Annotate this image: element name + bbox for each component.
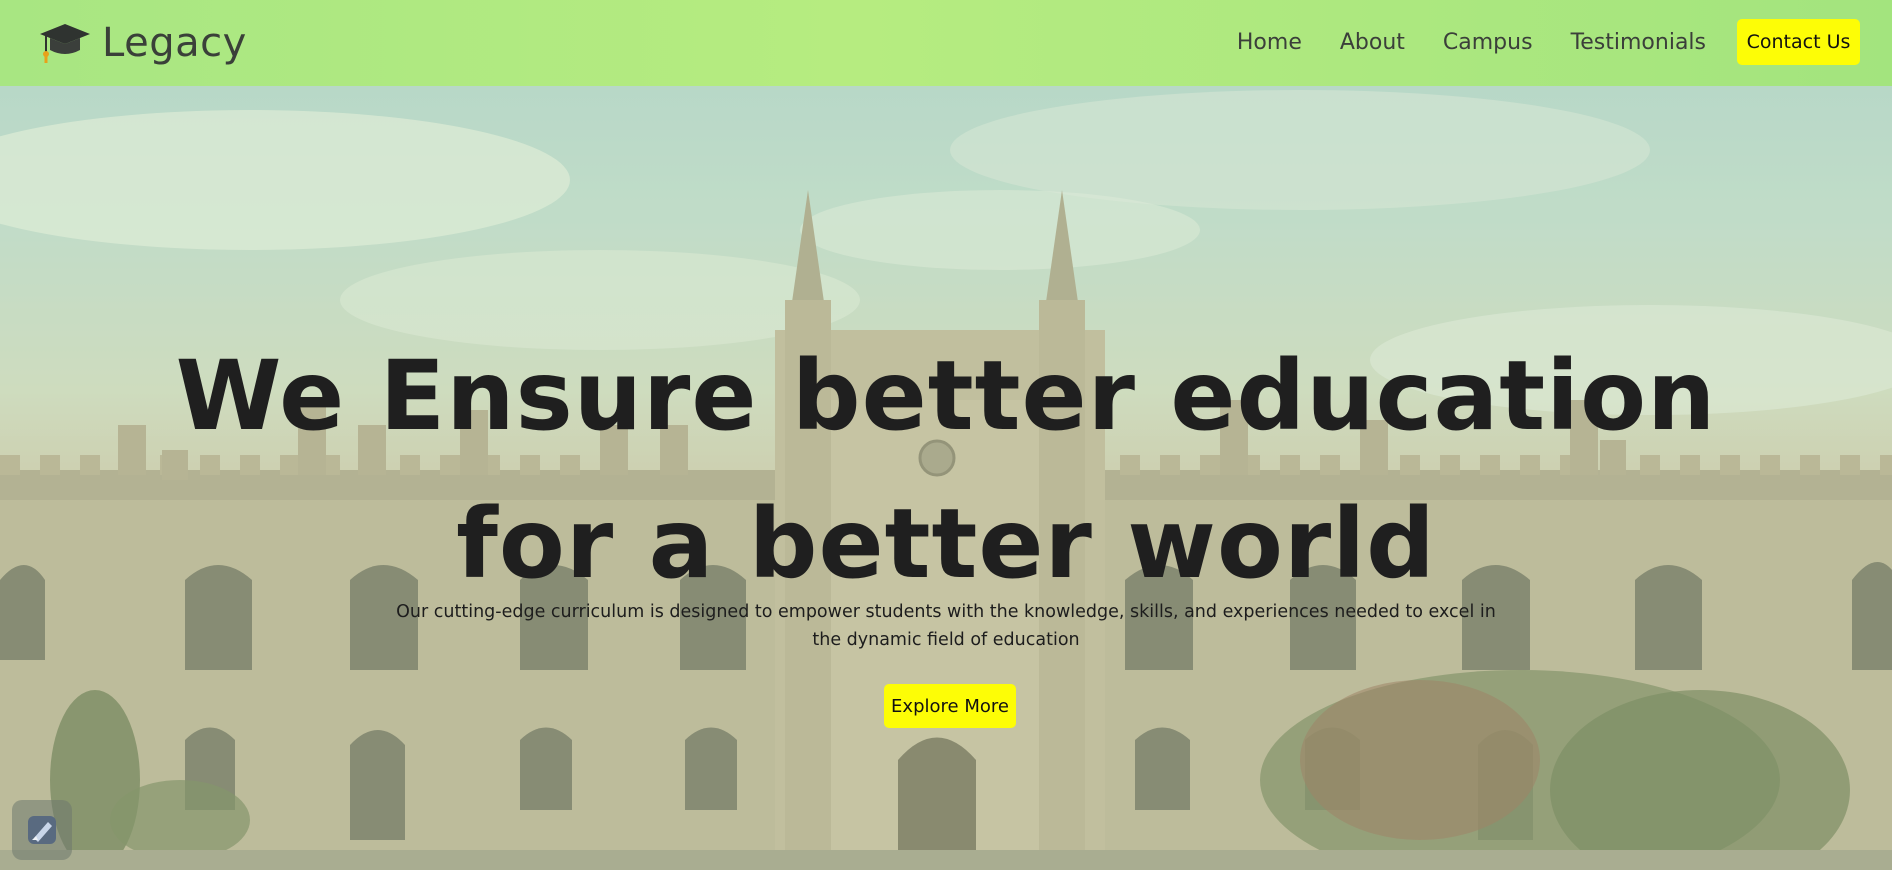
hero-subtext: Our cutting-edge curriculum is designed … <box>396 602 1496 650</box>
hero-headline-line2: for a better world <box>456 488 1436 600</box>
brand-name: Legacy <box>102 20 247 66</box>
brand-logo[interactable]: Legacy <box>38 18 247 68</box>
nav-link-home[interactable]: Home <box>1237 30 1302 55</box>
hero-headline: We Ensure better education for a better … <box>0 322 1892 618</box>
nav-links: Home About Campus Testimonials <box>1237 24 1706 60</box>
contact-us-button[interactable]: Contact Us <box>1737 19 1860 65</box>
hero-headline-line1: We Ensure better education <box>175 340 1717 452</box>
nav-link-campus[interactable]: Campus <box>1443 30 1533 55</box>
hero-section: We Ensure better education for a better … <box>0 0 1892 870</box>
pen-sparkle-icon <box>28 816 56 844</box>
explore-more-button[interactable]: Explore More <box>884 684 1016 728</box>
floating-widget[interactable] <box>12 800 72 860</box>
nav-link-about[interactable]: About <box>1340 30 1405 55</box>
graduation-cap-icon <box>40 24 90 63</box>
navbar: Legacy Home About Campus Testimonials Co… <box>0 0 1892 86</box>
nav-link-testimonials[interactable]: Testimonials <box>1571 30 1706 55</box>
